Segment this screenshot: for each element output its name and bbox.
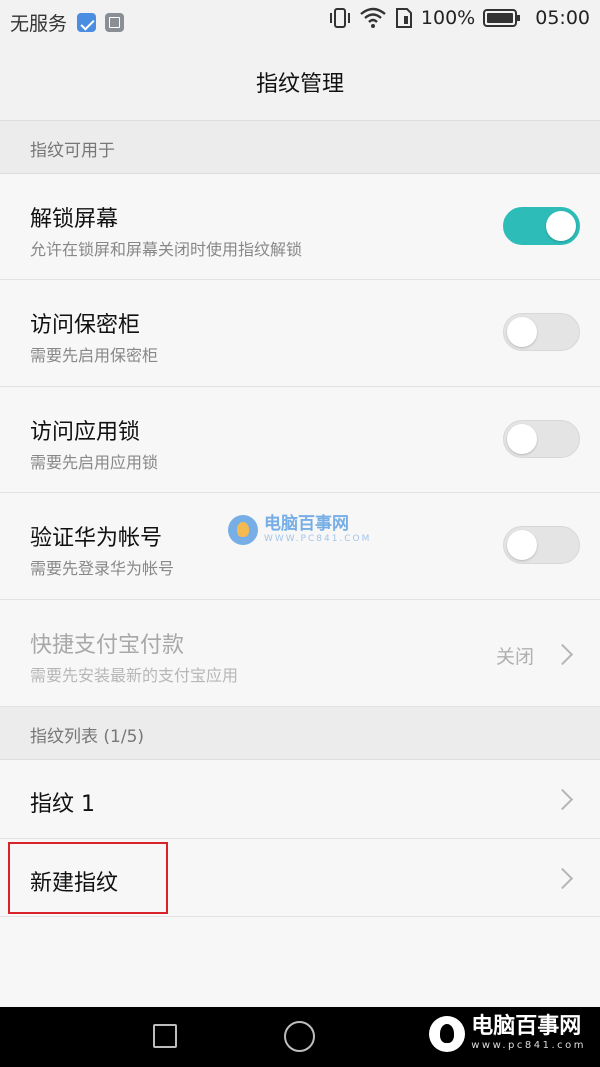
nav-watermark: 电脑百事网 www.pc841.com — [429, 1015, 586, 1052]
phone-screen: 无服务 100% 05:00 指纹管理 指纹可用于 解锁屏幕 允许在锁屏和屏幕关… — [0, 0, 600, 1067]
setting-title: 快捷支付宝付款 — [30, 633, 185, 658]
setting-row-huawei-account[interactable]: 验证华为帐号 需要先登录华为帐号 — [0, 493, 600, 600]
vibrate-icon — [329, 8, 350, 28]
watermark: 电脑百事网 WWW.PC841.COM — [228, 515, 371, 545]
section-header-usage-label: 指纹可用于 — [30, 141, 115, 161]
status-clock: 05:00 — [535, 7, 590, 29]
title-bar: 指纹管理 — [0, 42, 600, 121]
setting-subtitle: 需要先启用保密柜 — [30, 346, 159, 365]
fingerprint-list-item[interactable]: 指纹 1 — [0, 760, 600, 839]
watermark-url: WWW.PC841.COM — [264, 534, 372, 544]
toggle-knob — [546, 211, 576, 241]
watermark-logo-icon — [228, 515, 258, 545]
section-header-fingerprints: 指纹列表 (1/5) — [0, 707, 600, 760]
setting-title: 解锁屏幕 — [30, 207, 119, 232]
setting-row-app-lock[interactable]: 访问应用锁 需要先启用应用锁 — [0, 387, 600, 493]
setting-subtitle: 需要先登录华为帐号 — [30, 559, 175, 578]
page-title: 指纹管理 — [255, 72, 344, 97]
setting-title: 访问保密柜 — [30, 313, 141, 338]
section-header-usage: 指纹可用于 — [0, 121, 600, 174]
status-bar: 无服务 100% 05:00 — [0, 0, 600, 42]
setting-row-safe[interactable]: 访问保密柜 需要先启用保密柜 — [0, 280, 600, 387]
chevron-right-icon — [551, 788, 574, 811]
section-header-fingerprints-label: 指纹列表 (1/5) — [30, 727, 145, 747]
nav-watermark-text: 电脑百事网 www.pc841.com — [471, 1015, 586, 1052]
watermark-text: 电脑百事网 WWW.PC841.COM — [264, 515, 371, 545]
setting-subtitle: 需要先安装最新的支付宝应用 — [30, 666, 239, 685]
health-app-icon — [77, 13, 97, 32]
nav-watermark-logo-icon — [429, 1015, 466, 1052]
nav-watermark-title: 电脑百事网 — [471, 1014, 582, 1039]
chevron-right-icon — [551, 867, 574, 890]
wifi-icon — [360, 7, 386, 28]
fingerprint-title: 指纹 1 — [30, 792, 95, 817]
setting-row-unlock-screen[interactable]: 解锁屏幕 允许在锁屏和屏幕关闭时使用指纹解锁 — [0, 174, 600, 280]
toggle-knob — [507, 530, 537, 560]
gallery-notification-icon — [105, 13, 125, 32]
alipay-status-value: 关闭 — [495, 646, 534, 668]
battery-percent: 100% — [420, 7, 476, 29]
app-lock-toggle[interactable] — [503, 420, 580, 458]
setting-row-alipay: 快捷支付宝付款 需要先安装最新的支付宝应用 关闭 — [0, 600, 600, 707]
toggle-knob — [507, 424, 537, 454]
chevron-right-icon — [551, 643, 574, 666]
setting-subtitle: 需要先启用应用锁 — [30, 453, 159, 472]
status-left: 无服务 — [10, 9, 125, 36]
sim-icon — [395, 8, 412, 28]
navigation-bar: 电脑百事网 www.pc841.com — [0, 1007, 600, 1067]
setting-title: 访问应用锁 — [30, 420, 141, 445]
carrier-label: 无服务 — [10, 13, 68, 35]
battery-icon — [483, 9, 521, 27]
unlock-screen-toggle[interactable] — [503, 207, 580, 245]
toggle-knob — [507, 317, 537, 347]
home-button[interactable] — [284, 1021, 315, 1052]
recent-apps-button[interactable] — [153, 1024, 177, 1048]
setting-title: 验证华为帐号 — [30, 526, 163, 551]
setting-subtitle: 允许在锁屏和屏幕关闭时使用指纹解锁 — [30, 240, 303, 259]
watermark-title: 电脑百事网 — [264, 514, 349, 534]
status-right: 100% 05:00 — [321, 7, 590, 29]
huawei-account-toggle[interactable] — [503, 526, 580, 564]
safe-toggle[interactable] — [503, 313, 580, 351]
nav-watermark-url: www.pc841.com — [471, 1040, 586, 1051]
highlight-annotation-box — [8, 842, 168, 914]
